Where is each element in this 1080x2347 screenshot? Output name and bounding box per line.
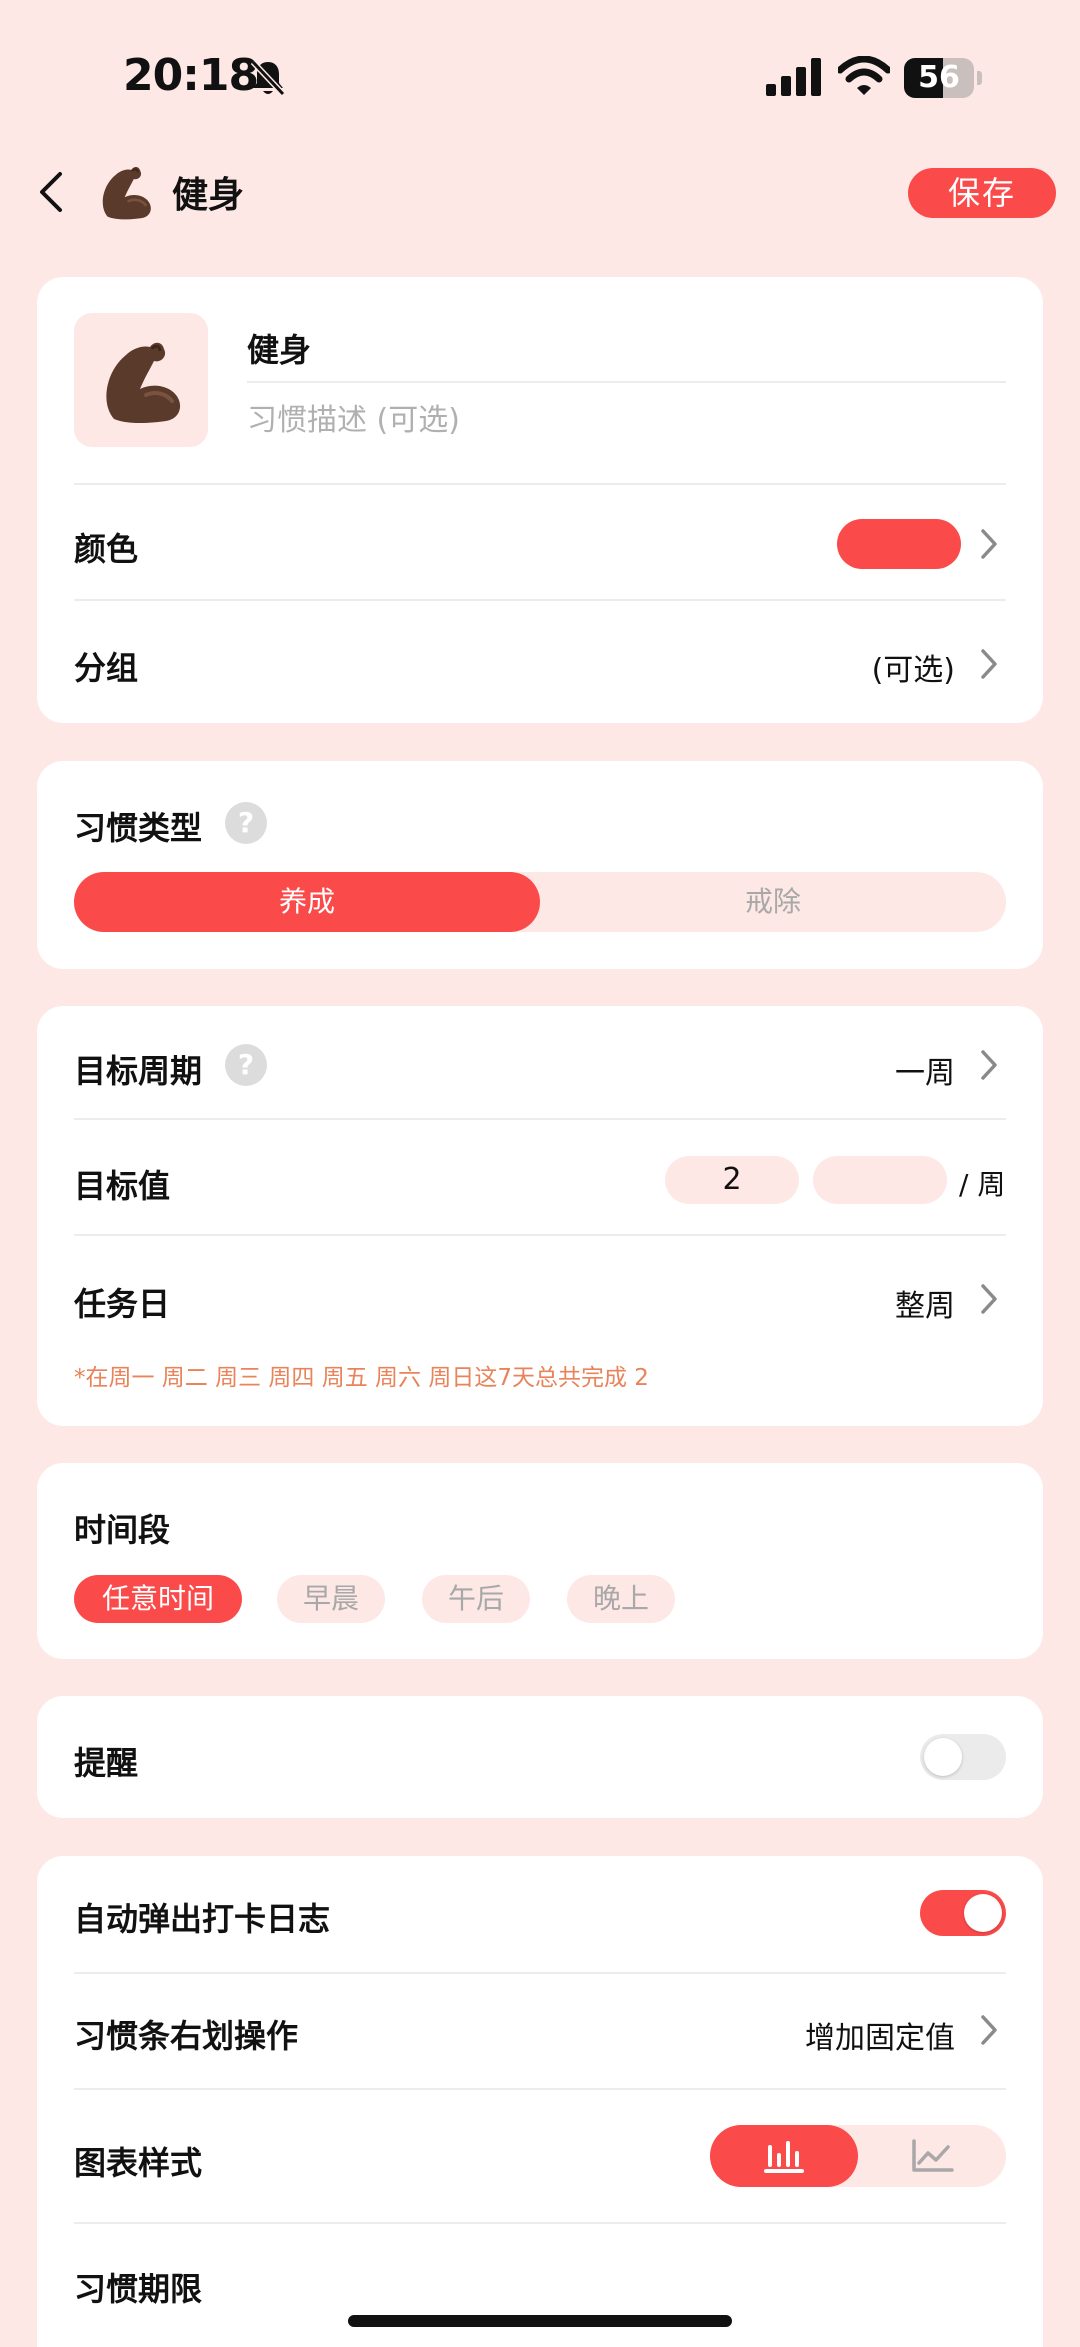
status-time: 20:18 bbox=[123, 50, 259, 101]
time-chip-morning[interactable]: 早晨 bbox=[277, 1575, 385, 1623]
habit-type-label: 习惯类型 bbox=[74, 809, 203, 847]
chart-style-bar[interactable] bbox=[710, 2125, 858, 2187]
divider bbox=[74, 2222, 1006, 2224]
divider bbox=[74, 483, 1006, 485]
group-value[interactable]: (可选) bbox=[872, 645, 955, 689]
task-day-label: 任务日 bbox=[74, 1285, 171, 1323]
goal-hint: *在周一 周二 周三 周四 周五 周六 周日这7天总共完成 2 bbox=[74, 1365, 649, 1391]
habit-name-input[interactable]: 健身 bbox=[247, 325, 311, 371]
chart-style-label: 图表样式 bbox=[74, 2144, 203, 2182]
goal-value-label: 目标值 bbox=[74, 1167, 171, 1205]
home-indicator bbox=[348, 2315, 732, 2327]
chevron-right-icon[interactable] bbox=[979, 1282, 999, 1316]
chevron-right-icon[interactable] bbox=[979, 1048, 999, 1082]
back-icon[interactable] bbox=[36, 170, 66, 214]
color-swatch[interactable] bbox=[837, 519, 961, 569]
time-chip-anytime[interactable]: 任意时间 bbox=[74, 1575, 242, 1623]
chevron-right-icon[interactable] bbox=[979, 647, 999, 681]
status-bar: 20:18 56 bbox=[0, 0, 1080, 150]
reminder-toggle[interactable] bbox=[920, 1734, 1006, 1780]
chevron-right-icon[interactable] bbox=[979, 527, 999, 561]
line-chart-icon bbox=[912, 2139, 954, 2172]
time-period-card: 时间段 任意时间 早晨 午后 晚上 bbox=[37, 1463, 1043, 1659]
reminder-card: 提醒 bbox=[37, 1696, 1043, 1818]
habit-deadline-label: 习惯期限 bbox=[74, 2270, 203, 2308]
battery-indicator: 56 bbox=[904, 58, 982, 98]
task-day-value[interactable]: 整周 bbox=[895, 1281, 955, 1325]
auto-log-toggle[interactable] bbox=[920, 1890, 1006, 1936]
chart-style-segmented bbox=[710, 2125, 1006, 2187]
name-underline bbox=[247, 381, 1006, 383]
divider bbox=[74, 1234, 1006, 1236]
goal-period-value[interactable]: 一周 bbox=[895, 1048, 955, 1092]
flexed-biceps-icon bbox=[106, 342, 181, 423]
goal-value-input[interactable]: 2 bbox=[665, 1156, 799, 1204]
reminder-label: 提醒 bbox=[74, 1744, 139, 1782]
bar-chart-icon bbox=[764, 2141, 804, 2173]
habit-icon-picker[interactable] bbox=[74, 313, 208, 447]
flexed-biceps-icon bbox=[102, 167, 151, 220]
goal-value-suffix: / 周 bbox=[959, 1168, 1006, 1201]
divider bbox=[74, 1972, 1006, 1974]
chevron-right-icon[interactable] bbox=[979, 2013, 999, 2047]
habit-type-segmented: 养成 戒除 bbox=[74, 872, 1006, 932]
battery-percent: 56 bbox=[918, 60, 960, 95]
time-chip-afternoon[interactable]: 午后 bbox=[422, 1575, 530, 1623]
goal-period-label: 目标周期 bbox=[74, 1052, 203, 1090]
auto-log-label: 自动弹出打卡日志 bbox=[74, 1900, 331, 1938]
habit-description-input[interactable]: 习惯描述 (可选) bbox=[247, 395, 460, 439]
nav-bar: 健身 保存 bbox=[0, 150, 1080, 234]
goal-unit-input[interactable] bbox=[813, 1156, 947, 1204]
help-icon[interactable]: ? bbox=[225, 802, 267, 844]
wifi-icon bbox=[838, 56, 890, 95]
divider bbox=[74, 1118, 1006, 1120]
group-label: 分组 bbox=[74, 649, 139, 687]
goal-card: 目标周期 ? 一周 目标值 2 / 周 任务日 整周 *在周一 周二 周三 周四… bbox=[37, 1006, 1043, 1426]
toggle-knob bbox=[964, 1894, 1002, 1932]
habit-type-quit[interactable]: 戒除 bbox=[540, 872, 1006, 932]
time-chip-evening[interactable]: 晚上 bbox=[567, 1575, 675, 1623]
save-button[interactable]: 保存 bbox=[908, 168, 1056, 218]
time-period-label: 时间段 bbox=[74, 1511, 171, 1549]
color-label: 颜色 bbox=[74, 530, 139, 568]
swipe-action-value[interactable]: 增加固定值 bbox=[805, 2013, 955, 2057]
signal-icon bbox=[766, 58, 821, 96]
divider bbox=[74, 599, 1006, 601]
divider bbox=[74, 2088, 1006, 2090]
habit-type-card: 习惯类型 ? 养成 戒除 bbox=[37, 761, 1043, 969]
swipe-action-label: 习惯条右划操作 bbox=[74, 2017, 299, 2055]
habit-info-card: 健身 习惯描述 (可选) 颜色 分组 (可选) bbox=[37, 277, 1043, 723]
more-settings-card: 自动弹出打卡日志 习惯条右划操作 增加固定值 图表样式 习惯期限 bbox=[37, 1856, 1043, 2347]
help-icon[interactable]: ? bbox=[225, 1044, 267, 1086]
bell-muted-icon bbox=[250, 59, 286, 97]
page-title: 健身 bbox=[172, 175, 245, 216]
toggle-knob bbox=[924, 1738, 962, 1776]
habit-type-build[interactable]: 养成 bbox=[74, 872, 540, 932]
